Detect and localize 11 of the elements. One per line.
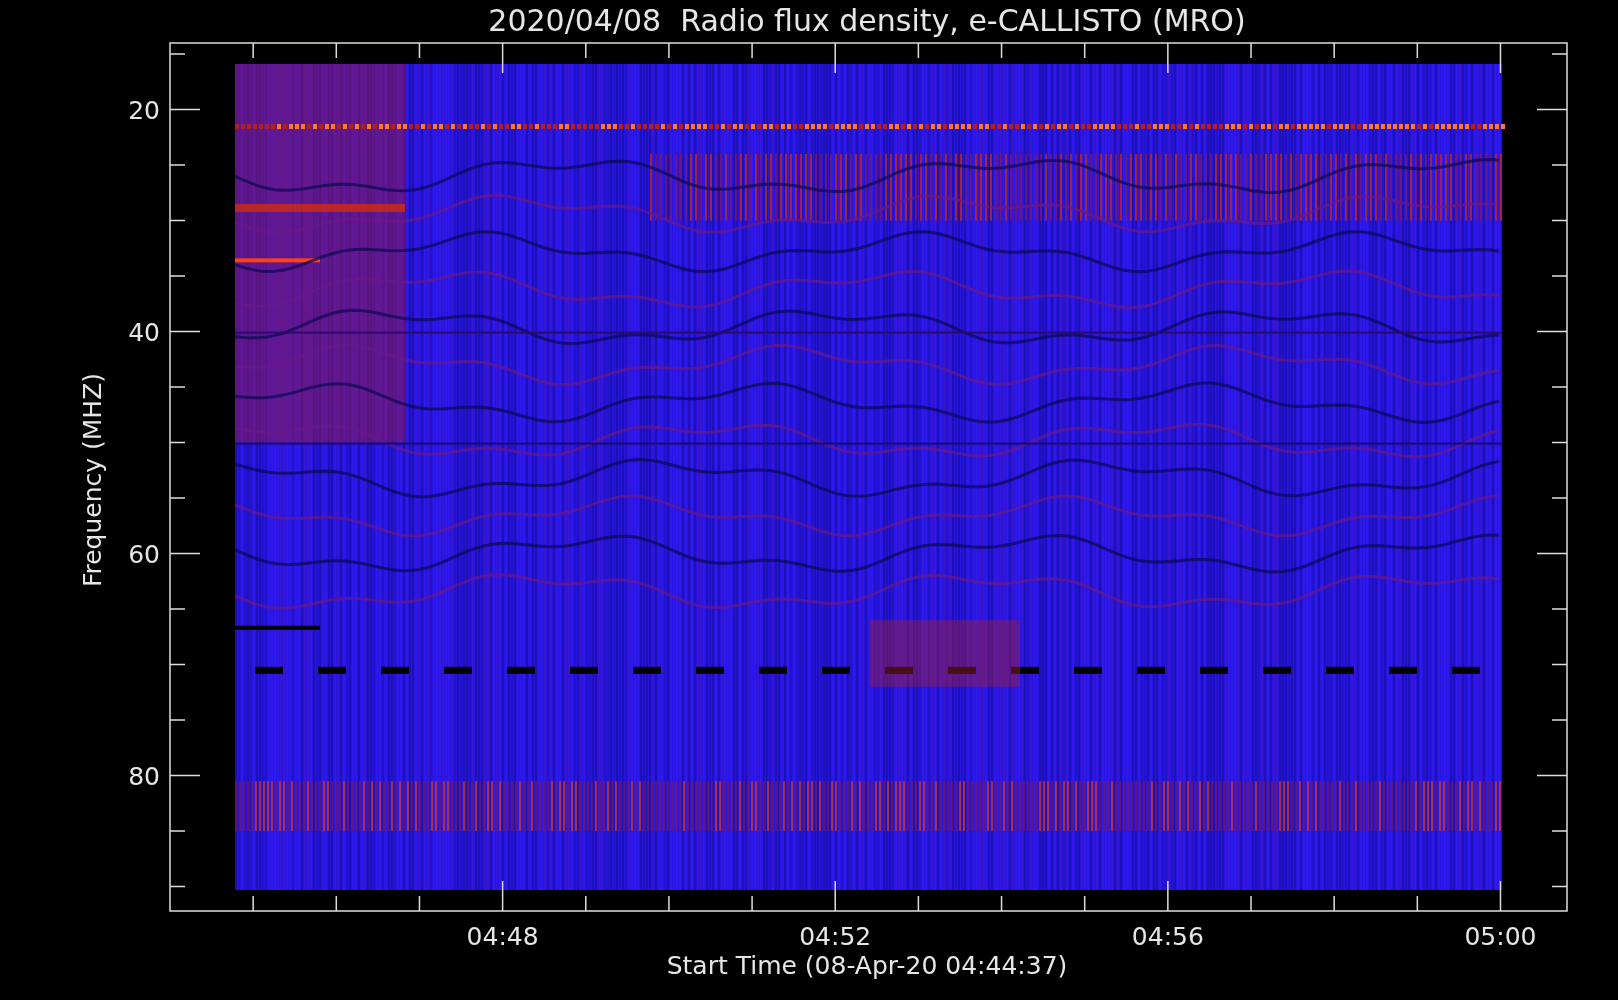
tick-label: 20 [128,95,160,125]
tick-label: 40 [128,317,160,347]
tick-label: 04:52 [799,922,872,951]
axis-label: Frequency (MHZ) [78,372,107,588]
tick-label: 60 [128,539,160,569]
tick-label: 80 [128,761,160,791]
tick-label: 04:56 [1131,922,1204,951]
tick-label: 04:48 [466,922,539,951]
plot-title: 2020/04/08 Radio flux density, e-CALLISTO (MRO) [488,3,1246,38]
axis-label: Start Time (08-Apr-20 04:44:37) [666,951,1068,980]
tick-label: 05:00 [1464,922,1537,951]
